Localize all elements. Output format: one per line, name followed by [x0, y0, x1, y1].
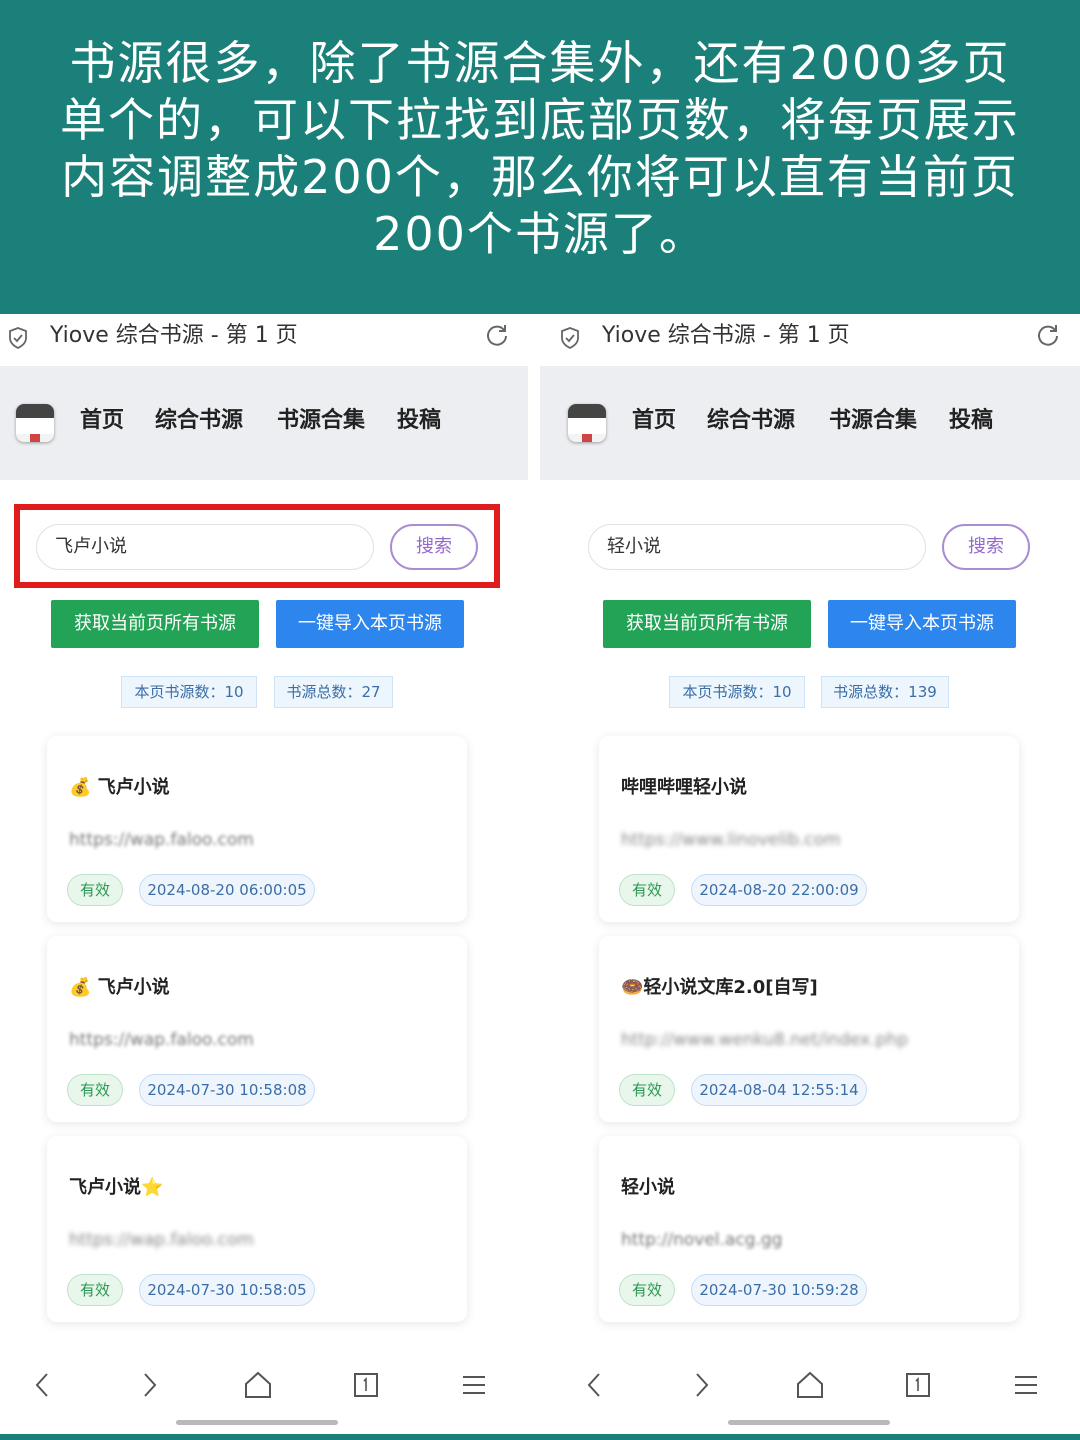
chevron-left-icon[interactable]: [28, 1370, 58, 1400]
reload-icon[interactable]: [1035, 322, 1061, 348]
site-logo[interactable]: [16, 404, 54, 442]
tabs-icon[interactable]: [903, 1370, 933, 1400]
source-card[interactable]: 💰 飞卢小说 https://wap.faloo.com 有效 2024-07-…: [47, 936, 467, 1122]
source-card[interactable]: 💰 飞卢小说 https://wap.faloo.com 有效 2024-08-…: [47, 736, 467, 922]
shield-check-icon[interactable]: [560, 327, 580, 349]
source-url: https://wap.faloo.com: [69, 1030, 254, 1050]
nav-home[interactable]: 首页: [632, 406, 676, 436]
banner-line: 200个书源了。: [373, 207, 707, 261]
import-page-sources-button[interactable]: 一键导入本页书源: [276, 600, 464, 648]
page-title: Yiove 综合书源 - 第 1 页: [602, 323, 850, 348]
source-card[interactable]: 飞卢小说⭐ https://wap.faloo.com 有效 2024-07-3…: [47, 1136, 467, 1322]
status-badge: 有效: [619, 1074, 675, 1106]
banner: 书源很多，除了书源合集外，还有2000多页 单个的，可以下拉找到底部页数，将每页…: [0, 0, 1080, 314]
reload-icon[interactable]: [484, 322, 510, 348]
status-badge: 有效: [619, 1274, 675, 1306]
search-button[interactable]: 搜索: [390, 524, 478, 570]
nav-comprehensive-sources[interactable]: 综合书源: [707, 406, 795, 436]
source-title: 飞卢小说⭐: [69, 1177, 164, 1198]
source-card[interactable]: 轻小说 http://novel.acg.gg 有效 2024-07-30 10…: [599, 1136, 1019, 1322]
nav-comprehensive-sources[interactable]: 综合书源: [155, 406, 243, 436]
source-url: https://wap.faloo.com: [69, 1230, 254, 1250]
url-bar[interactable]: Yiove 综合书源 - 第 1 页: [0, 314, 540, 364]
menu-icon[interactable]: [459, 1370, 489, 1400]
nav-submit[interactable]: 投稿: [949, 406, 993, 436]
source-title: 🍩轻小说文库2.0[自写]: [621, 977, 818, 998]
get-all-sources-button[interactable]: 获取当前页所有书源: [603, 600, 811, 648]
total-source-count: 书源总数：27: [274, 676, 393, 708]
date-badge: 2024-07-30 10:59:28: [691, 1274, 867, 1306]
page-title: Yiove 综合书源 - 第 1 页: [50, 323, 298, 348]
screenshots-container: Yiove 综合书源 - 第 1 页 首页 综合书源 书源合集 投稿 飞卢小说 …: [0, 314, 1080, 1434]
url-bar[interactable]: Yiove 综合书源 - 第 1 页: [540, 314, 1080, 364]
source-url: https://www.linovelib.com: [621, 830, 841, 850]
source-card[interactable]: 哔哩哔哩轻小说 https://www.linovelib.com 有效 202…: [599, 736, 1019, 922]
source-url: http://www.wenku8.net/index.php: [621, 1030, 908, 1050]
banner-line: 单个的，可以下拉找到底部页数，将每页展示: [60, 93, 1020, 147]
search-input[interactable]: 轻小说: [588, 524, 926, 570]
site-logo[interactable]: [568, 404, 606, 442]
date-badge: 2024-07-30 10:58:05: [139, 1274, 315, 1306]
source-url: https://wap.faloo.com: [69, 830, 254, 850]
home-icon[interactable]: [243, 1370, 273, 1400]
search-button[interactable]: 搜索: [942, 524, 1030, 570]
bottom-strip: [0, 1434, 1080, 1440]
date-badge: 2024-08-20 22:00:09: [691, 874, 867, 906]
get-all-sources-button[interactable]: 获取当前页所有书源: [51, 600, 259, 648]
page-source-count: 本页书源数：10: [121, 676, 257, 708]
status-badge: 有效: [67, 1274, 123, 1306]
site-navbar: 首页 综合书源 书源合集 投稿: [540, 366, 1080, 480]
total-source-count: 书源总数：139: [821, 676, 949, 708]
source-title: 轻小说: [621, 1177, 675, 1198]
chevron-right-icon[interactable]: [134, 1370, 164, 1400]
nav-home[interactable]: 首页: [80, 406, 124, 436]
status-badge: 有效: [619, 874, 675, 906]
nav-source-collections[interactable]: 书源合集: [277, 406, 365, 436]
shield-check-icon[interactable]: [8, 327, 28, 349]
date-badge: 2024-07-30 10:58:08: [139, 1074, 315, 1106]
site-navbar: 首页 综合书源 书源合集 投稿: [0, 366, 528, 480]
home-indicator: [176, 1420, 338, 1425]
tabs-icon[interactable]: [351, 1370, 381, 1400]
source-url: http://novel.acg.gg: [621, 1230, 783, 1250]
status-badge: 有效: [67, 874, 123, 906]
home-indicator: [728, 1420, 890, 1425]
source-card[interactable]: 🍩轻小说文库2.0[自写] http://www.wenku8.net/inde…: [599, 936, 1019, 1122]
banner-line: 内容调整成200个，那么你将可以直有当前页: [61, 150, 1019, 204]
banner-line: 书源很多，除了书源合集外，还有2000多页: [69, 36, 1011, 90]
status-badge: 有效: [67, 1074, 123, 1106]
chevron-left-icon[interactable]: [580, 1370, 610, 1400]
page-source-count: 本页书源数：10: [669, 676, 805, 708]
import-page-sources-button[interactable]: 一键导入本页书源: [828, 600, 1016, 648]
source-title: 💰 飞卢小说: [69, 777, 170, 798]
source-title: 哔哩哔哩轻小说: [621, 777, 747, 798]
menu-icon[interactable]: [1011, 1370, 1041, 1400]
nav-submit[interactable]: 投稿: [397, 406, 441, 436]
phone-screen-right: Yiove 综合书源 - 第 1 页 首页 综合书源 书源合集 投稿 轻小说 搜…: [540, 314, 1080, 1434]
nav-source-collections[interactable]: 书源合集: [829, 406, 917, 436]
source-title: 💰 飞卢小说: [69, 977, 170, 998]
search-input[interactable]: 飞卢小说: [36, 524, 374, 570]
phone-screen-left: Yiove 综合书源 - 第 1 页 首页 综合书源 书源合集 投稿 飞卢小说 …: [0, 314, 540, 1434]
date-badge: 2024-08-04 12:55:14: [691, 1074, 867, 1106]
chevron-right-icon[interactable]: [686, 1370, 716, 1400]
home-icon[interactable]: [795, 1370, 825, 1400]
date-badge: 2024-08-20 06:00:05: [139, 874, 315, 906]
